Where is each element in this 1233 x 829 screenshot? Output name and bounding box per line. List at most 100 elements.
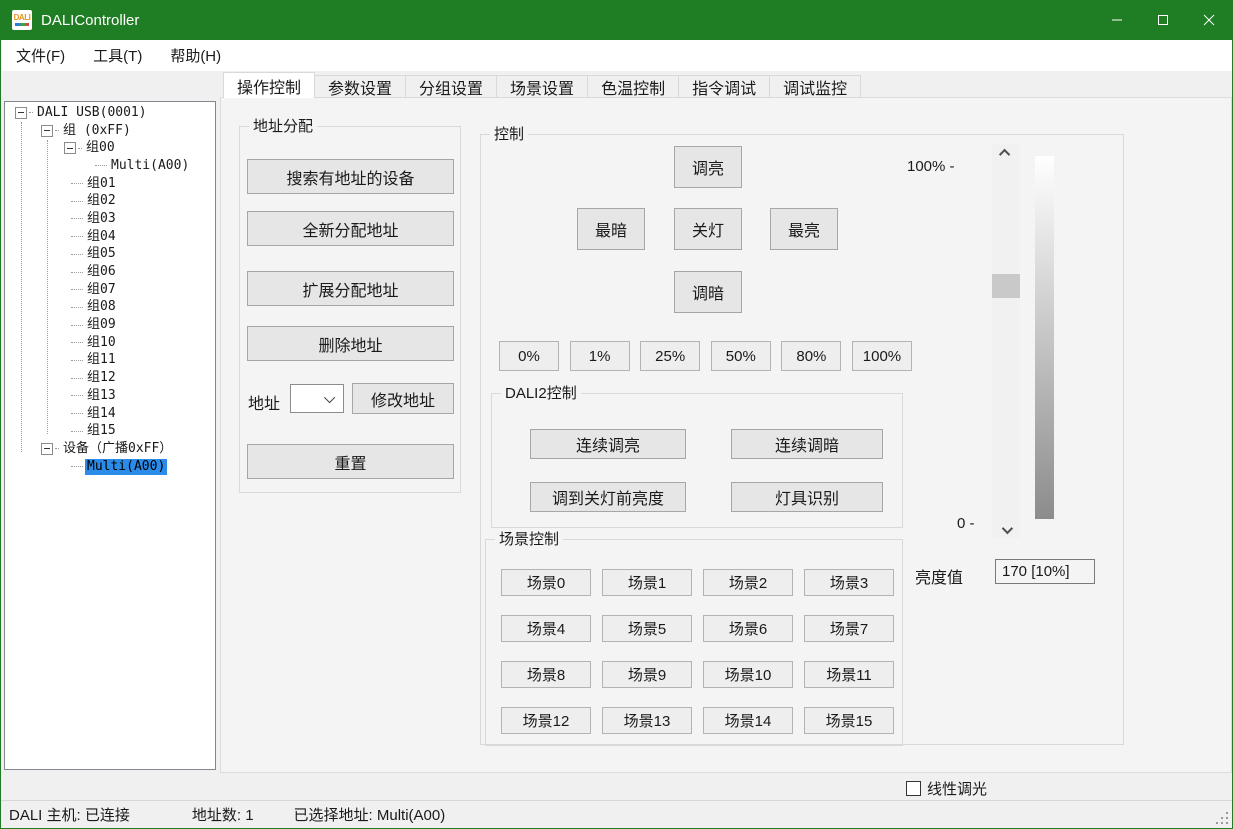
reset-button[interactable]: 重置 (247, 444, 454, 479)
recall-last-level-button[interactable]: 调到关灯前亮度 (530, 482, 686, 512)
scene-13-button[interactable]: 场景13 (602, 707, 692, 734)
luminaire-identify-button[interactable]: 灯具识别 (731, 482, 883, 512)
dim-up-button[interactable]: 调亮 (674, 146, 742, 188)
tree-node-group05[interactable]: 组05 (5, 246, 215, 264)
scene-14-button[interactable]: 场景14 (703, 707, 793, 734)
scene-15-button[interactable]: 场景15 (804, 707, 894, 734)
scene-8-button[interactable]: 场景8 (501, 661, 591, 688)
scene-2-button[interactable]: 场景2 (703, 569, 793, 596)
window-title: DALIController (41, 12, 139, 29)
percent-100-button[interactable]: 100% (852, 341, 912, 371)
scene-9-button[interactable]: 场景9 (602, 661, 692, 688)
tab-debug-monitor[interactable]: 调试监控 (770, 75, 861, 98)
scene-5-button[interactable]: 场景5 (602, 615, 692, 642)
percent-80-button[interactable]: 80% (781, 341, 841, 371)
scene-6-button[interactable]: 场景6 (703, 615, 793, 642)
linear-dimming-label: 线性调光 (927, 778, 987, 799)
brightness-value-field[interactable]: 170 [10%] (995, 559, 1095, 584)
menu-help[interactable]: 帮助(H) (156, 40, 235, 71)
tree-node-group11[interactable]: 组11 (5, 352, 215, 370)
scene-10-button[interactable]: 场景10 (703, 661, 793, 688)
address-label: 地址 (248, 390, 280, 414)
linear-dimming-checkbox[interactable] (906, 781, 921, 796)
scene-7-button[interactable]: 场景7 (804, 615, 894, 642)
resize-grip[interactable] (1214, 810, 1228, 824)
scene-4-button[interactable]: 场景4 (501, 615, 591, 642)
tab-scene-settings[interactable]: 场景设置 (497, 75, 588, 98)
tree-node-group08[interactable]: 组08 (5, 299, 215, 317)
tree-node-device-broadcast[interactable]: 设备（广播0xFF） (5, 440, 215, 458)
dali2-control-group-title: DALI2控制 (501, 384, 581, 404)
status-host: DALI 主机: 已连接 (9, 804, 130, 825)
chevron-up-icon (999, 148, 1010, 159)
tab-parameter-settings[interactable]: 参数设置 (315, 75, 406, 98)
brightness-gradient-bar (1035, 156, 1054, 519)
scrollbar-thumb[interactable] (992, 274, 1020, 298)
tree-node-group14[interactable]: 组14 (5, 405, 215, 423)
scrollbar-down-arrow[interactable] (992, 521, 1020, 538)
tree-node-group-root[interactable]: 组 (0xFF) (5, 122, 215, 140)
address-combobox[interactable] (290, 384, 344, 413)
max-brightness-button[interactable]: 最亮 (770, 208, 838, 250)
tree-node-group13[interactable]: 组13 (5, 387, 215, 405)
percent-50-button[interactable]: 50% (711, 341, 771, 371)
menu-tools[interactable]: 工具(T) (79, 40, 156, 71)
brightness-value-text: 170 [10%] (1002, 563, 1070, 580)
continuous-dim-up-button[interactable]: 连续调亮 (530, 429, 686, 459)
brightness-scrollbar[interactable] (992, 144, 1020, 538)
tree-node-group09[interactable]: 组09 (5, 316, 215, 334)
percent-buttons-row: 0% 1% 25% 50% 80% 100% (499, 341, 912, 371)
scene-11-button[interactable]: 场景11 (804, 661, 894, 688)
tabstrip: 操作控制 参数设置 分组设置 场景设置 色温控制 指令调试 调试监控 (223, 72, 861, 98)
collapse-icon[interactable] (41, 125, 53, 137)
tree-node-root[interactable]: DALI USB(0001) (5, 104, 215, 122)
minimize-button[interactable] (1094, 0, 1140, 40)
tab-color-temp-control[interactable]: 色温控制 (588, 75, 679, 98)
continuous-dim-down-button[interactable]: 连续调暗 (731, 429, 883, 459)
modify-address-button[interactable]: 修改地址 (352, 383, 454, 414)
lights-off-button[interactable]: 关灯 (674, 208, 742, 250)
min-brightness-button[interactable]: 最暗 (577, 208, 645, 250)
percent-25-button[interactable]: 25% (640, 341, 700, 371)
menu-file[interactable]: 文件(F) (2, 40, 79, 71)
brightness-max-label: 100% - (907, 158, 955, 175)
dim-down-button[interactable]: 调暗 (674, 271, 742, 313)
collapse-icon[interactable] (41, 443, 53, 455)
tree-node-group15[interactable]: 组15 (5, 422, 215, 440)
scene-control-group-title: 场景控制 (495, 530, 563, 550)
tree-node-group01[interactable]: 组01 (5, 175, 215, 193)
tree-node-group12[interactable]: 组12 (5, 369, 215, 387)
tree-node-group07[interactable]: 组07 (5, 281, 215, 299)
percent-0-button[interactable]: 0% (499, 341, 559, 371)
address-allocation-group-title: 地址分配 (249, 117, 317, 137)
window-controls (1094, 0, 1232, 40)
extend-assign-addresses-button[interactable]: 扩展分配地址 (247, 271, 454, 306)
close-button[interactable] (1186, 0, 1232, 40)
scrollbar-up-arrow[interactable] (992, 144, 1020, 161)
delete-address-button[interactable]: 删除地址 (247, 326, 454, 361)
collapse-icon[interactable] (15, 107, 27, 119)
scene-0-button[interactable]: 场景0 (501, 569, 591, 596)
percent-1-button[interactable]: 1% (570, 341, 630, 371)
maximize-button[interactable] (1140, 0, 1186, 40)
tab-operation-control[interactable]: 操作控制 (223, 72, 315, 98)
tree-node-group02[interactable]: 组02 (5, 192, 215, 210)
scene-12-button[interactable]: 场景12 (501, 707, 591, 734)
tree-node-group00[interactable]: 组00 (5, 139, 215, 157)
tree-node-group04[interactable]: 组04 (5, 228, 215, 246)
tree-node-group10[interactable]: 组10 (5, 334, 215, 352)
assign-new-addresses-button[interactable]: 全新分配地址 (247, 211, 454, 246)
tree-node-multi-a00[interactable]: Multi(A00) (5, 157, 215, 175)
tab-command-debug[interactable]: 指令调试 (679, 75, 770, 98)
scene-3-button[interactable]: 场景3 (804, 569, 894, 596)
search-addressed-devices-button[interactable]: 搜索有地址的设备 (247, 159, 454, 194)
statusbar: DALI 主机: 已连接 地址数: 1 已选择地址: Multi(A00) (1, 800, 1232, 828)
tree-node-group06[interactable]: 组06 (5, 263, 215, 281)
control-group-title: 控制 (490, 125, 528, 145)
scene-1-button[interactable]: 场景1 (602, 569, 692, 596)
brightness-value-label: 亮度值 (915, 564, 963, 588)
collapse-icon[interactable] (64, 142, 76, 154)
tree-node-group03[interactable]: 组03 (5, 210, 215, 228)
tree-node-multi-a00-selected[interactable]: Multi(A00) (5, 458, 215, 476)
tab-grouping-settings[interactable]: 分组设置 (406, 75, 497, 98)
